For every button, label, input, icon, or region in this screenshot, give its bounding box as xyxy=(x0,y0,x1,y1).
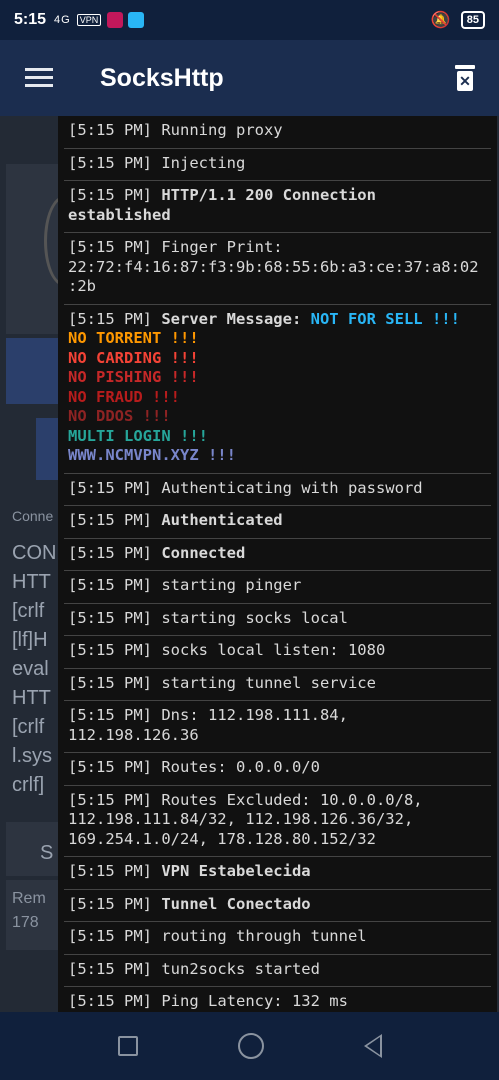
server-message-line: NO TORRENT !!! xyxy=(68,329,199,347)
log-message: VPN Estabelecida xyxy=(161,862,311,880)
log-timestamp: [5:15 PM] xyxy=(68,608,162,627)
log-entry: [5:15 PM] tun2socks started xyxy=(64,955,491,987)
log-message: Tunnel Conectado xyxy=(161,894,311,913)
mute-icon: 🔕 xyxy=(430,12,451,29)
log-entry: [5:15 PM] Server Message: NOT FOR SELL !… xyxy=(64,305,491,474)
log-timestamp: [5:15 PM] xyxy=(68,576,162,594)
log-entry: [5:15 PM] Dns: 112.198.111.84, 112.198.1… xyxy=(64,701,491,753)
key-notification-icon xyxy=(128,12,145,28)
log-list: [5:15 PM] Running proxy [5:15 PM] Injecti… xyxy=(64,116,491,1012)
app-notification-icon xyxy=(107,12,124,28)
log-message: tun2socks started xyxy=(161,959,320,978)
server-message-line: WWW.NCMVPN.XYZ !!! xyxy=(68,446,236,464)
server-message-headline: NOT FOR SELL !!! xyxy=(301,309,460,328)
log-message: Ping Latency: 132 ms xyxy=(161,992,348,1010)
triangle-back-icon[interactable] xyxy=(363,1034,382,1058)
payload-line: crlf] xyxy=(12,774,45,796)
log-entry: [5:15 PM] Running proxy xyxy=(64,116,491,149)
payload-line: eval xyxy=(12,658,49,680)
log-timestamp: [5:15 PM] xyxy=(68,673,162,692)
log-timestamp: [5:15 PM] xyxy=(68,238,162,256)
log-message: socks local listen: 1080 xyxy=(161,641,386,659)
battery-icon: 85 xyxy=(460,11,485,29)
log-entry: [5:15 PM] Routes: 0.0.0.0/0 xyxy=(64,753,491,786)
log-entry: [5:15 PM] Tunnel Conectado xyxy=(64,890,491,922)
log-entry: [5:15 PM] VPN Estabelecida xyxy=(64,857,491,890)
log-entry: [5:15 PM] socks local listen: 1080 xyxy=(64,636,491,669)
log-entry: [5:15 PM] Finger Print: 22:72:f4:16:87:f… xyxy=(64,233,491,305)
payload-line: [crlf xyxy=(12,600,45,622)
log-message: routing through tunnel xyxy=(161,927,367,945)
circle-home-icon[interactable] xyxy=(237,1033,264,1059)
log-entry: [5:15 PM] routing through tunnel xyxy=(64,922,491,955)
log-message: starting tunnel service xyxy=(161,673,376,692)
log-message: Routes: 0.0.0.0/0 xyxy=(161,758,320,776)
status-bar: 5:15 4G VPN 🔕 85 xyxy=(0,0,499,40)
log-message: starting pinger xyxy=(161,576,302,594)
log-entry: [5:15 PM] Injecting xyxy=(64,149,491,181)
server-message-line: NO CARDING !!! xyxy=(68,348,199,367)
log-entry: [5:15 PM] Connected xyxy=(64,539,491,571)
clear-log-button[interactable]: ✕ xyxy=(453,65,477,91)
log-entry: [5:15 PM] starting pinger xyxy=(64,571,491,604)
hamburger-menu-icon[interactable] xyxy=(25,68,53,88)
log-entry: [5:15 PM] starting socks local xyxy=(64,604,491,636)
log-message: Connected xyxy=(161,543,246,562)
log-timestamp: [5:15 PM] xyxy=(68,309,162,328)
server-message-line: NO FRAUD !!! xyxy=(68,387,180,406)
log-timestamp: [5:15 PM] xyxy=(68,790,162,809)
background-card xyxy=(6,822,66,876)
remote-value: 178 xyxy=(12,914,39,931)
payload-line: [lf]H xyxy=(12,629,48,651)
log-entry: [5:15 PM] Routes Excluded: 10.0.0.0/8, 1… xyxy=(64,786,491,857)
log-timestamp: [5:15 PM] xyxy=(68,927,162,945)
log-message: Injecting xyxy=(161,153,246,172)
signal-icon: 4G xyxy=(54,14,71,26)
log-timestamp: [5:15 PM] xyxy=(68,641,162,659)
log-message: Running proxy xyxy=(161,121,283,139)
payload-line: l.sys xyxy=(12,745,52,767)
log-message: Authenticated xyxy=(161,511,283,529)
log-timestamp: [5:15 PM] xyxy=(68,478,162,497)
trash-icon xyxy=(455,65,475,69)
server-message-line: NO PISHING !!! xyxy=(68,368,199,386)
status-time: 5:15 xyxy=(14,11,47,28)
log-timestamp: [5:15 PM] xyxy=(68,121,162,139)
log-entry: [5:15 PM] HTTP/1.1 200 Connection establ… xyxy=(64,181,491,233)
log-timestamp: [5:15 PM] xyxy=(68,894,162,913)
background-button xyxy=(6,338,66,404)
payload-line: [crlf xyxy=(12,716,45,738)
log-timestamp: [5:15 PM] xyxy=(68,959,162,978)
log-timestamp: [5:15 PM] xyxy=(68,992,162,1010)
server-message-line: NO DDOS !!! xyxy=(68,407,171,425)
log-timestamp: [5:15 PM] xyxy=(68,862,162,880)
log-entry: [5:15 PM] Ping Latency: 132 ms xyxy=(64,987,491,1012)
log-message: starting socks local xyxy=(161,608,348,627)
square-recents-icon[interactable] xyxy=(117,1036,138,1056)
log-entry: [5:15 PM] Authenticated xyxy=(64,506,491,539)
app-bar: SocksHttp ✕ xyxy=(0,40,499,116)
conn-label: Conne xyxy=(12,508,54,524)
payload-line: CON xyxy=(12,542,57,564)
log-panel[interactable]: [5:15 PM] Running proxy [5:15 PM] Injecti… xyxy=(58,116,497,1012)
navigation-bar xyxy=(0,1012,499,1080)
log-message: Server Message: xyxy=(161,309,302,328)
log-timestamp: [5:15 PM] xyxy=(68,186,162,204)
payload-line: HTT xyxy=(12,687,51,709)
log-timestamp: [5:15 PM] xyxy=(68,153,162,172)
server-message-line: MULTI LOGIN !!! xyxy=(68,426,208,445)
payload-line: HTT xyxy=(12,571,51,593)
remote-label: Rem xyxy=(12,890,46,907)
log-message: Authenticating with password xyxy=(161,478,423,497)
log-entry: [5:15 PM] Authenticating with password xyxy=(64,474,491,506)
log-timestamp: [5:15 PM] xyxy=(68,543,162,562)
log-timestamp: [5:15 PM] xyxy=(68,758,162,776)
s-button: S xyxy=(40,842,54,864)
log-entry: [5:15 PM] starting tunnel service xyxy=(64,669,491,701)
page-title: SocksHttp xyxy=(100,63,224,92)
log-timestamp: [5:15 PM] xyxy=(68,511,162,529)
log-timestamp: [5:15 PM] xyxy=(68,706,162,724)
vpn-icon: VPN xyxy=(76,14,102,26)
